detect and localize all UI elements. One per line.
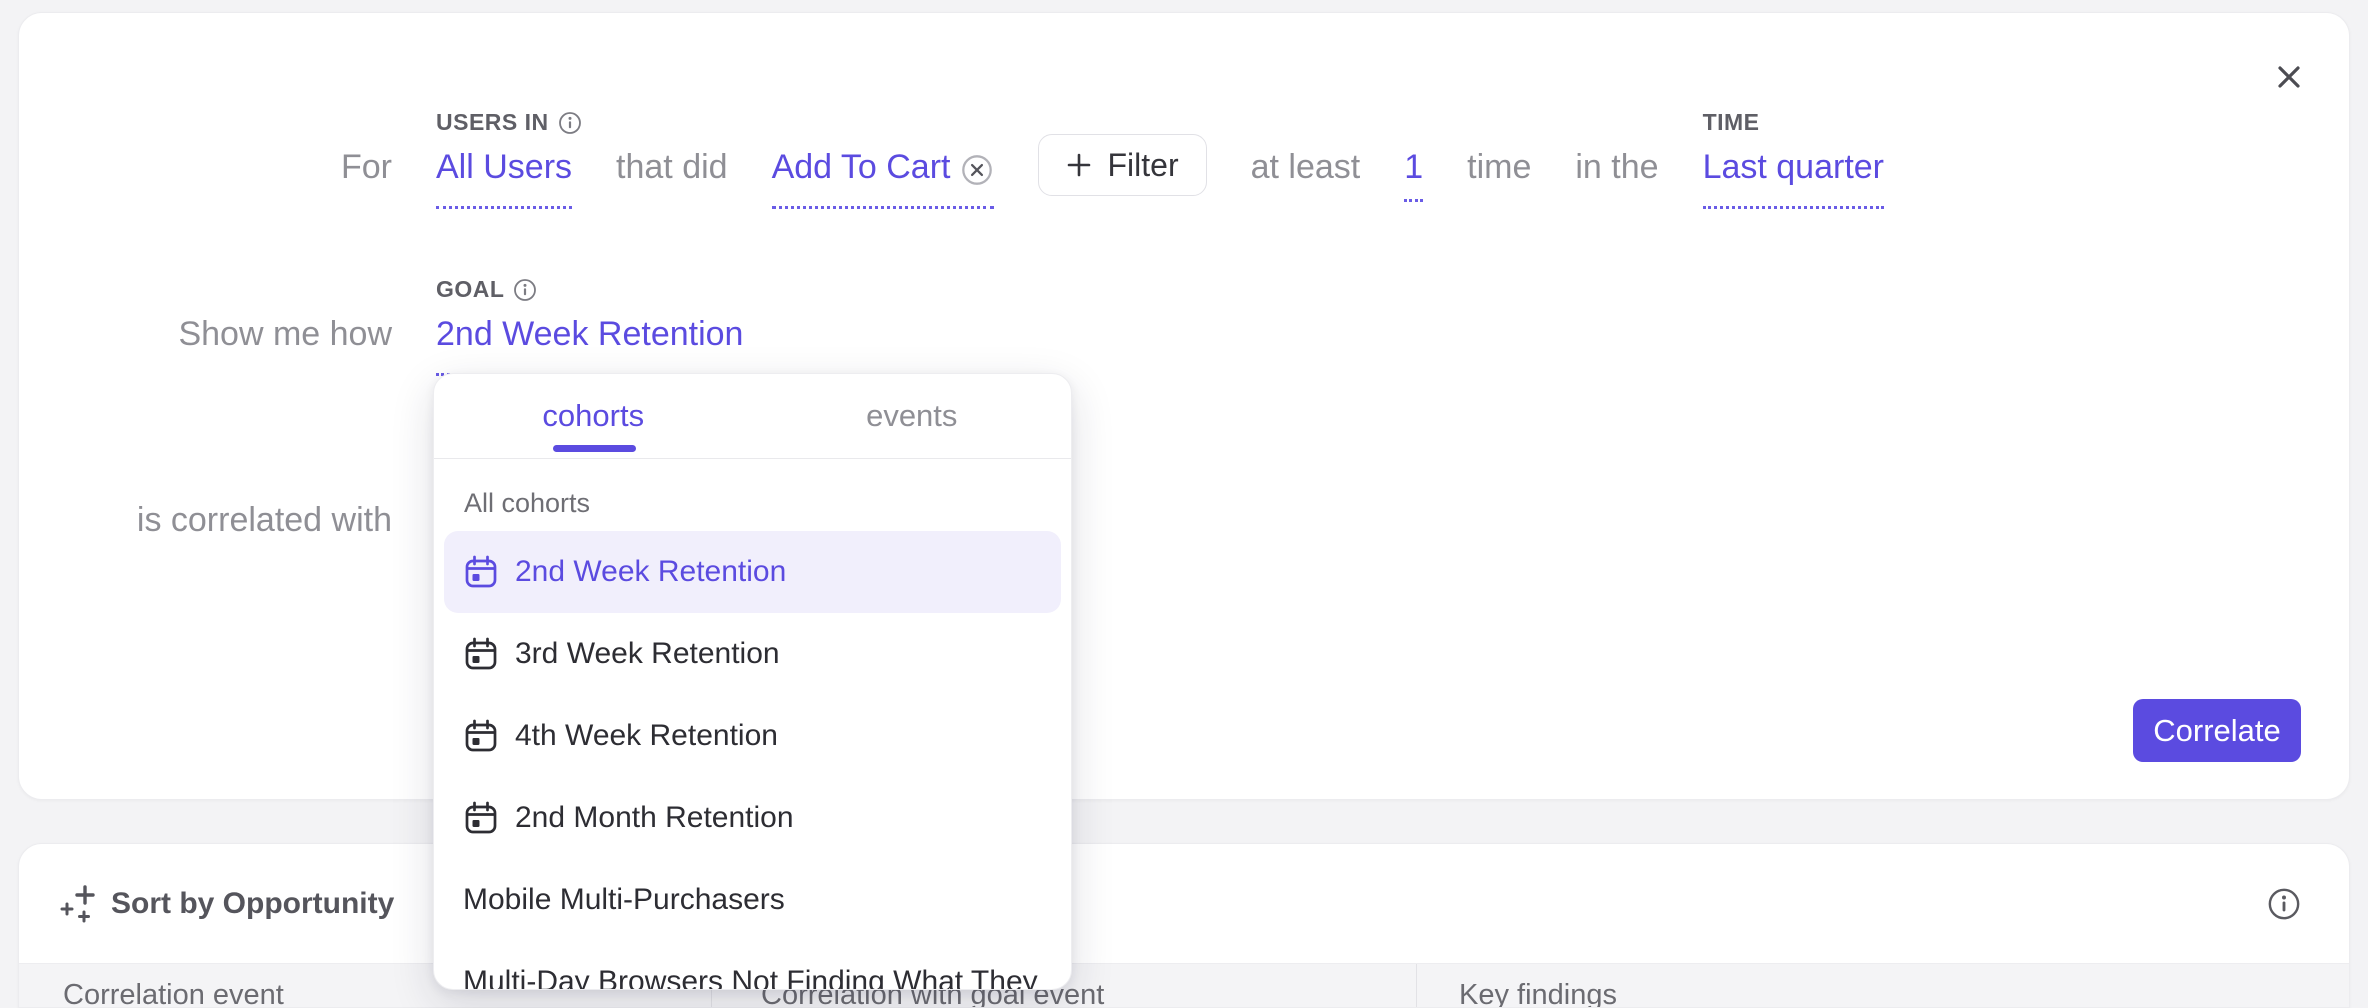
dropdown-tabs: cohorts events	[434, 374, 1071, 459]
filter-button-label: Filter	[1107, 147, 1178, 184]
correlate-button[interactable]: Correlate	[2133, 699, 2301, 762]
query-row-users: For USERS IN All Users that did Add To C…	[19, 134, 2349, 209]
list-item-label: 3rd Week Retention	[515, 637, 780, 671]
list-item-label: Mobile Multi-Purchasers	[463, 883, 785, 917]
count-field[interactable]: 1	[1404, 148, 1423, 202]
close-button[interactable]	[2269, 57, 2309, 97]
add-filter-button[interactable]: Filter	[1038, 134, 1206, 196]
column-header-correlation-event: Correlation event	[63, 979, 284, 1008]
goal-value: 2nd Week Retention	[436, 315, 743, 354]
column-header-key-findings: Key findings	[1459, 979, 1617, 1008]
in-the-text: in the	[1575, 148, 1658, 187]
row1-prefix: For	[19, 148, 392, 187]
calendar-icon	[463, 554, 499, 590]
calendar-icon	[463, 636, 499, 672]
goal-field[interactable]: GOAL 2nd Week Retention	[436, 315, 743, 376]
results-table-header: Correlation event Correlation with goal …	[19, 964, 2349, 1008]
list-item[interactable]: 4th Week Retention	[444, 695, 1061, 777]
query-builder-card: For USERS IN All Users that did Add To C…	[18, 12, 2350, 800]
list-item[interactable]: Mobile Multi-Purchasers	[444, 859, 1061, 941]
cohort-section-header: All cohorts	[464, 488, 590, 519]
query-row-correlated: is correlated with	[19, 501, 2349, 540]
tab-events[interactable]: events	[753, 374, 1072, 458]
results-panel: Sort by Opportunity Correlation event Co…	[18, 843, 2350, 1008]
event-field[interactable]: Add To Cart	[772, 148, 995, 209]
cohort-list: 2nd Week Retention 3rd Week Retention 4t…	[434, 531, 1071, 990]
users-in-value: All Users	[436, 148, 572, 187]
active-tab-indicator	[553, 445, 636, 452]
list-item-label: Multi-Day Browsers Not Finding What They	[463, 965, 1038, 990]
goal-label: GOAL	[436, 276, 537, 303]
list-item-label: 4th Week Retention	[515, 719, 778, 753]
calendar-icon	[463, 718, 499, 754]
calendar-icon	[463, 800, 499, 836]
time-text: time	[1467, 148, 1531, 187]
info-icon[interactable]	[513, 278, 537, 302]
time-range-label: TIME	[1703, 109, 1760, 136]
list-item[interactable]: 3rd Week Retention	[444, 613, 1061, 695]
list-item-label: 2nd Week Retention	[515, 555, 786, 589]
list-item[interactable]: 2nd Month Retention	[444, 777, 1061, 859]
remove-event-icon[interactable]	[960, 153, 994, 187]
info-icon[interactable]	[558, 111, 582, 135]
users-in-field[interactable]: USERS IN All Users	[436, 148, 572, 209]
panel-info-button[interactable]	[2267, 887, 2301, 921]
row2-prefix: Show me how	[19, 315, 392, 354]
time-range-field[interactable]: TIME Last quarter	[1703, 148, 1884, 209]
at-least-text: at least	[1251, 148, 1361, 187]
time-range-value: Last quarter	[1703, 148, 1884, 187]
that-did-text: that did	[616, 148, 728, 187]
sort-button-label: Sort by Opportunity	[111, 887, 394, 921]
sort-row: Sort by Opportunity	[19, 844, 2349, 964]
sort-by-opportunity-button[interactable]: Sort by Opportunity	[59, 883, 394, 925]
sparkle-plus-icon	[59, 883, 99, 925]
correlations-page: For USERS IN All Users that did Add To C…	[0, 0, 2368, 1008]
list-item[interactable]: Multi-Day Browsers Not Finding What They	[444, 941, 1061, 990]
list-item[interactable]: 2nd Week Retention	[444, 531, 1061, 613]
list-item-label: 2nd Month Retention	[515, 801, 794, 835]
goal-dropdown: cohorts events All cohorts 2nd Week Rete…	[433, 373, 1072, 990]
close-icon	[2272, 60, 2306, 94]
info-icon	[2267, 887, 2301, 921]
row3-prefix: is correlated with	[19, 501, 392, 540]
query-row-goal: Show me how GOAL 2nd Week Retention	[19, 315, 2349, 376]
column-divider	[1416, 964, 1417, 1008]
event-value: Add To Cart	[772, 148, 951, 187]
users-in-label: USERS IN	[436, 109, 582, 136]
plus-icon	[1066, 152, 1092, 178]
